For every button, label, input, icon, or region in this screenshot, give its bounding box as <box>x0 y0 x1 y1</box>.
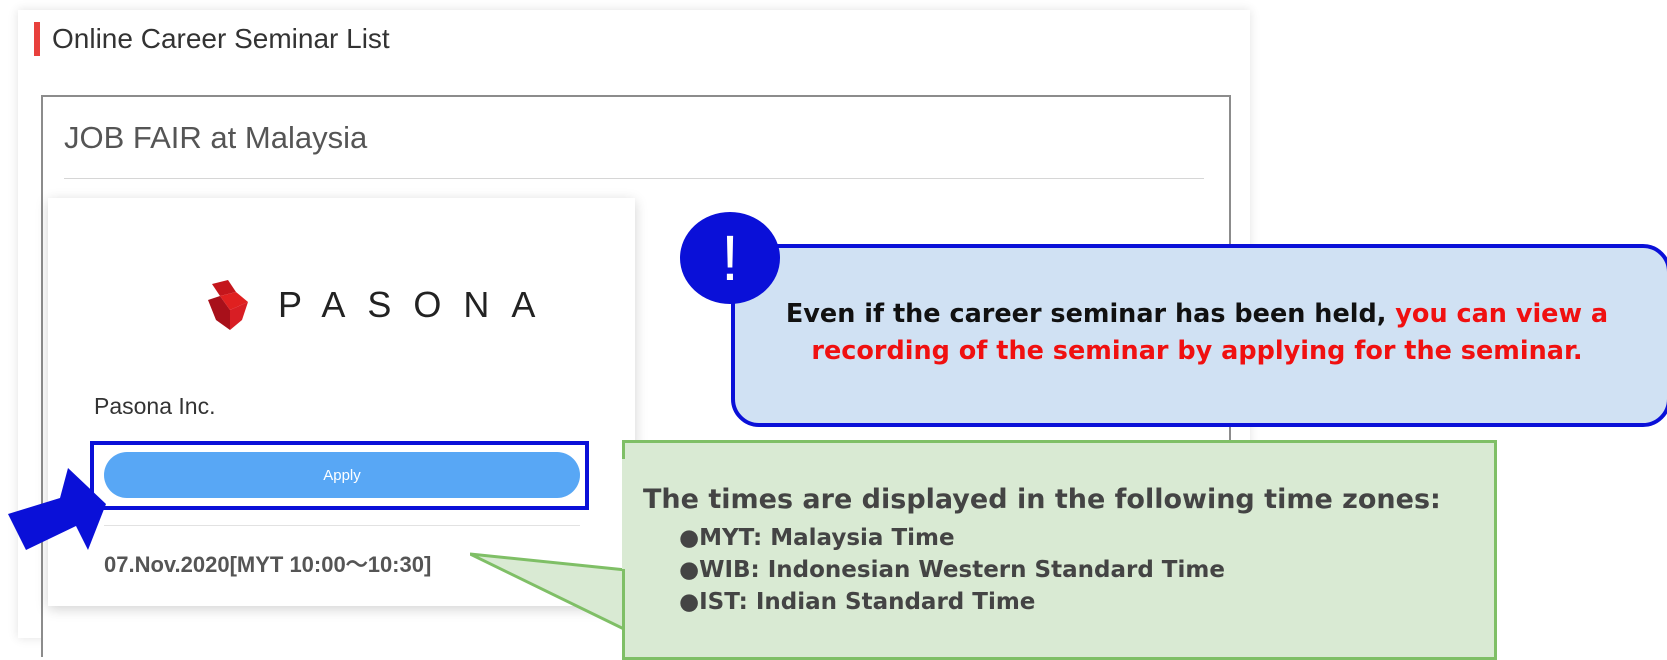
seminar-datetime: 07.Nov.2020[MYT 10:00〜10:30] <box>104 552 432 577</box>
title-accent-bar <box>34 22 40 56</box>
logo-wordmark: PASONA <box>278 284 558 325</box>
info-callout-plain: Even if the career seminar has been held… <box>785 299 1396 329</box>
timezone-item: ●MYT: Malaysia Time <box>679 525 955 551</box>
job-fair-title: JOB FAIR at Malaysia <box>64 120 368 155</box>
company-logo: PASONA <box>206 280 557 330</box>
timezone-heading: The times are displayed in the following… <box>643 484 1441 515</box>
timezone-item: ●WIB: Indonesian Western Standard Time <box>679 557 1225 583</box>
page-title: Online Career Seminar List <box>52 23 390 54</box>
timezone-item: ●IST: Indian Standard Time <box>679 589 1036 615</box>
job-fair-divider <box>64 178 1204 179</box>
card-divider <box>104 525 580 526</box>
callout-pointer-tail <box>470 552 628 632</box>
timezone-list: ●MYT: Malaysia Time ●WIB: Indonesian Wes… <box>679 522 1225 618</box>
exclamation-icon: ! <box>680 212 780 304</box>
pasona-logo-icon <box>208 280 248 330</box>
apply-button[interactable]: Apply <box>104 452 580 498</box>
exclamation-glyph: ! <box>721 222 739 294</box>
blue-arrow-icon <box>8 468 106 550</box>
info-callout-text: Even if the career seminar has been held… <box>745 296 1649 370</box>
callout-tail-joint <box>622 459 628 569</box>
section-header: Online Career Seminar List <box>34 22 390 56</box>
company-name: Pasona Inc. <box>94 393 216 419</box>
